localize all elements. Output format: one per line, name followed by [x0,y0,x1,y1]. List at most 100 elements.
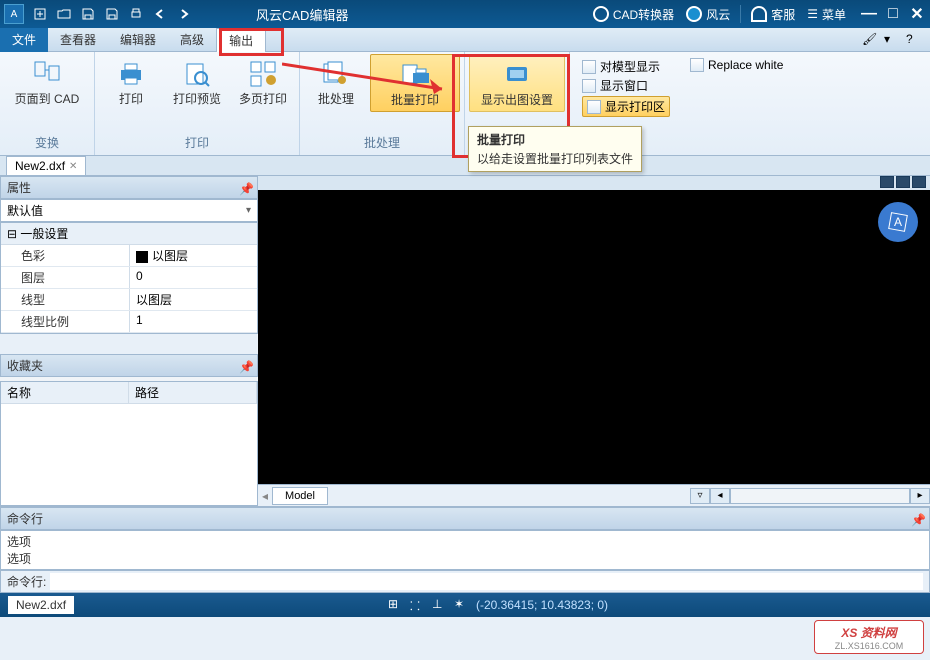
batch-process-button[interactable]: 批处理 [304,54,368,110]
status-file: New2.dxf [8,596,74,614]
titlebar: A 风云CAD编辑器 CAD转换器 风云 客服 ☰菜单 — □ ✕ [0,0,930,28]
status-bar: New2.dxf ⊞ ⸬ ⊥ ✶ (-20.36415; 10.43823; 0… [0,593,930,617]
default-combo[interactable]: 默认值 ▾ [0,199,258,222]
canvas-max-button[interactable] [896,176,910,188]
help-icon[interactable]: ? [906,32,922,48]
command-header: 命令行 📌 [0,507,930,530]
chevron-down-icon: ▾ [246,205,251,216]
properties-table: ⊟ 一般设置 色彩以图层 图层0 线型以图层 线型比例1 [0,222,258,334]
model-display-check[interactable]: 对模型显示 [582,58,670,75]
ribbon-group-print: 打印 打印预览 多页打印 打印 [95,52,300,155]
show-window-check[interactable]: 显示窗口 [582,77,670,94]
print-icon[interactable] [127,5,145,23]
favorites-area: 名称 路径 [0,381,258,506]
close-button[interactable]: ✕ [908,6,926,22]
status-grid-icon[interactable]: ⊞ [388,597,404,613]
tab-editor[interactable]: 编辑器 [108,28,168,52]
plot-settings-button[interactable]: 显示出图设置 [469,54,565,112]
properties-header: 属性 📌 [0,176,258,199]
preview-icon [181,58,213,90]
svg-text:A: A [894,215,902,229]
table-row[interactable]: 色彩以图层 [1,245,257,267]
tab-viewer[interactable]: 查看器 [48,28,108,52]
show-print-area-check[interactable]: 显示打印区 [582,96,670,117]
command-prompt-label: 命令行: [7,573,46,590]
batch-icon [320,58,352,90]
command-input-row: 命令行: [0,570,930,593]
left-panel: 属性 📌 默认值 ▾ ⊟ 一般设置 色彩以图层 图层0 线型以图层 线型比例1 … [0,176,258,506]
multipage-print-button[interactable]: 多页打印 [231,54,295,110]
model-tab-bar: ◂ Model ▿ ◂ ▸ [258,484,930,506]
table-row[interactable]: 图层0 [1,267,257,289]
h-scrollbar[interactable]: ▿ ◂ ▸ [690,488,930,504]
status-ortho-icon[interactable]: ⊥ [432,597,448,613]
model-tab[interactable]: Model [272,487,328,505]
window-controls: — □ ✕ [860,6,926,22]
view-compass-icon[interactable]: A [878,202,918,242]
dropdown-icon[interactable]: ▾ [884,32,900,48]
status-polar-icon[interactable]: ✶ [454,597,470,613]
tab-advanced[interactable]: 高级 [168,28,216,52]
maximize-button[interactable]: □ [884,6,902,22]
page-to-cad-button[interactable]: 页面到 CAD [4,54,90,110]
replace-white-check[interactable]: Replace white [690,58,783,72]
brush-icon[interactable]: 🖌 [862,32,878,48]
pin-icon[interactable]: 📌 [911,513,923,525]
scroll-left-button[interactable]: ◂ [710,488,730,504]
main-area: 属性 📌 默认值 ▾ ⊟ 一般设置 色彩以图层 图层0 线型以图层 线型比例1 … [0,176,930,506]
batch-print-icon [399,59,431,91]
file-tab-bar: New2.dxf ✕ [0,156,930,176]
scroll-right-button[interactable]: ▸ [910,488,930,504]
saveas-icon[interactable] [103,5,121,23]
app-logo: A [4,4,24,24]
tooltip: 批量打印 以给走设置批量打印列表文件 [468,126,642,172]
multipage-icon [247,58,279,90]
batch-print-button[interactable]: 批量打印 [370,54,460,112]
watermark: XS 资料网 ZL.XS1616.COM [814,620,924,654]
status-coords: (-20.36415; 10.43823; 0) [476,598,608,612]
canvas-area: A ◂ Model ▿ ◂ ▸ [258,176,930,506]
new-icon[interactable] [31,5,49,23]
status-snap-icon[interactable]: ⸬ [410,597,426,613]
canvas-window-controls [258,176,930,190]
table-row[interactable]: 线型比例1 [1,311,257,333]
print-button[interactable]: 打印 [99,54,163,110]
page-to-cad-icon [31,58,63,90]
file-tab[interactable]: New2.dxf ✕ [6,156,86,175]
drawing-canvas[interactable]: A [258,190,930,484]
favorites-header: 收藏夹 📌 [0,354,258,377]
save-icon[interactable] [79,5,97,23]
pin-icon[interactable]: 📌 [239,182,251,194]
ribbon: 页面到 CAD 变换 打印 打印预览 多页打印 打印 批处理 [0,52,930,156]
separator [740,5,741,23]
command-panel: 命令行 📌 选项 选项 命令行: [0,506,930,593]
minimize-button[interactable]: — [860,6,878,22]
print-preview-button[interactable]: 打印预览 [165,54,229,110]
table-row[interactable]: 线型以图层 [1,289,257,311]
scroll-opts-icon[interactable]: ▿ [690,488,710,504]
prop-section[interactable]: ⊟ 一般设置 [1,223,257,245]
tab-output[interactable]: 输出 [216,28,266,52]
favorites-columns: 名称 路径 [1,382,257,404]
menu-tabs: 文件 查看器 编辑器 高级 输出 🖌 ▾ ? [0,28,930,52]
plot-settings-icon [501,59,533,91]
printer-icon [115,58,147,90]
canvas-min-button[interactable] [880,176,894,188]
pin-icon[interactable]: 📌 [239,360,251,372]
undo-icon[interactable] [151,5,169,23]
menu-button[interactable]: ☰菜单 [807,6,846,23]
ribbon-group-convert: 页面到 CAD 变换 [0,52,95,155]
canvas-close-button[interactable] [912,176,926,188]
tab-file[interactable]: 文件 [0,28,48,52]
open-icon[interactable] [55,5,73,23]
scroll-track[interactable] [730,488,910,504]
support-button[interactable]: 客服 [751,6,795,23]
cad-converter-button[interactable]: CAD转换器 [593,6,674,23]
app-title: 风云CAD编辑器 [196,5,587,24]
command-input[interactable] [50,573,923,590]
ribbon-group-batch: 批处理 批量打印 批处理 [300,52,465,155]
command-output: 选项 选项 [0,530,930,570]
fengyun-button[interactable]: 风云 [686,6,730,23]
redo-icon[interactable] [175,5,193,23]
close-tab-icon[interactable]: ✕ [69,161,77,172]
